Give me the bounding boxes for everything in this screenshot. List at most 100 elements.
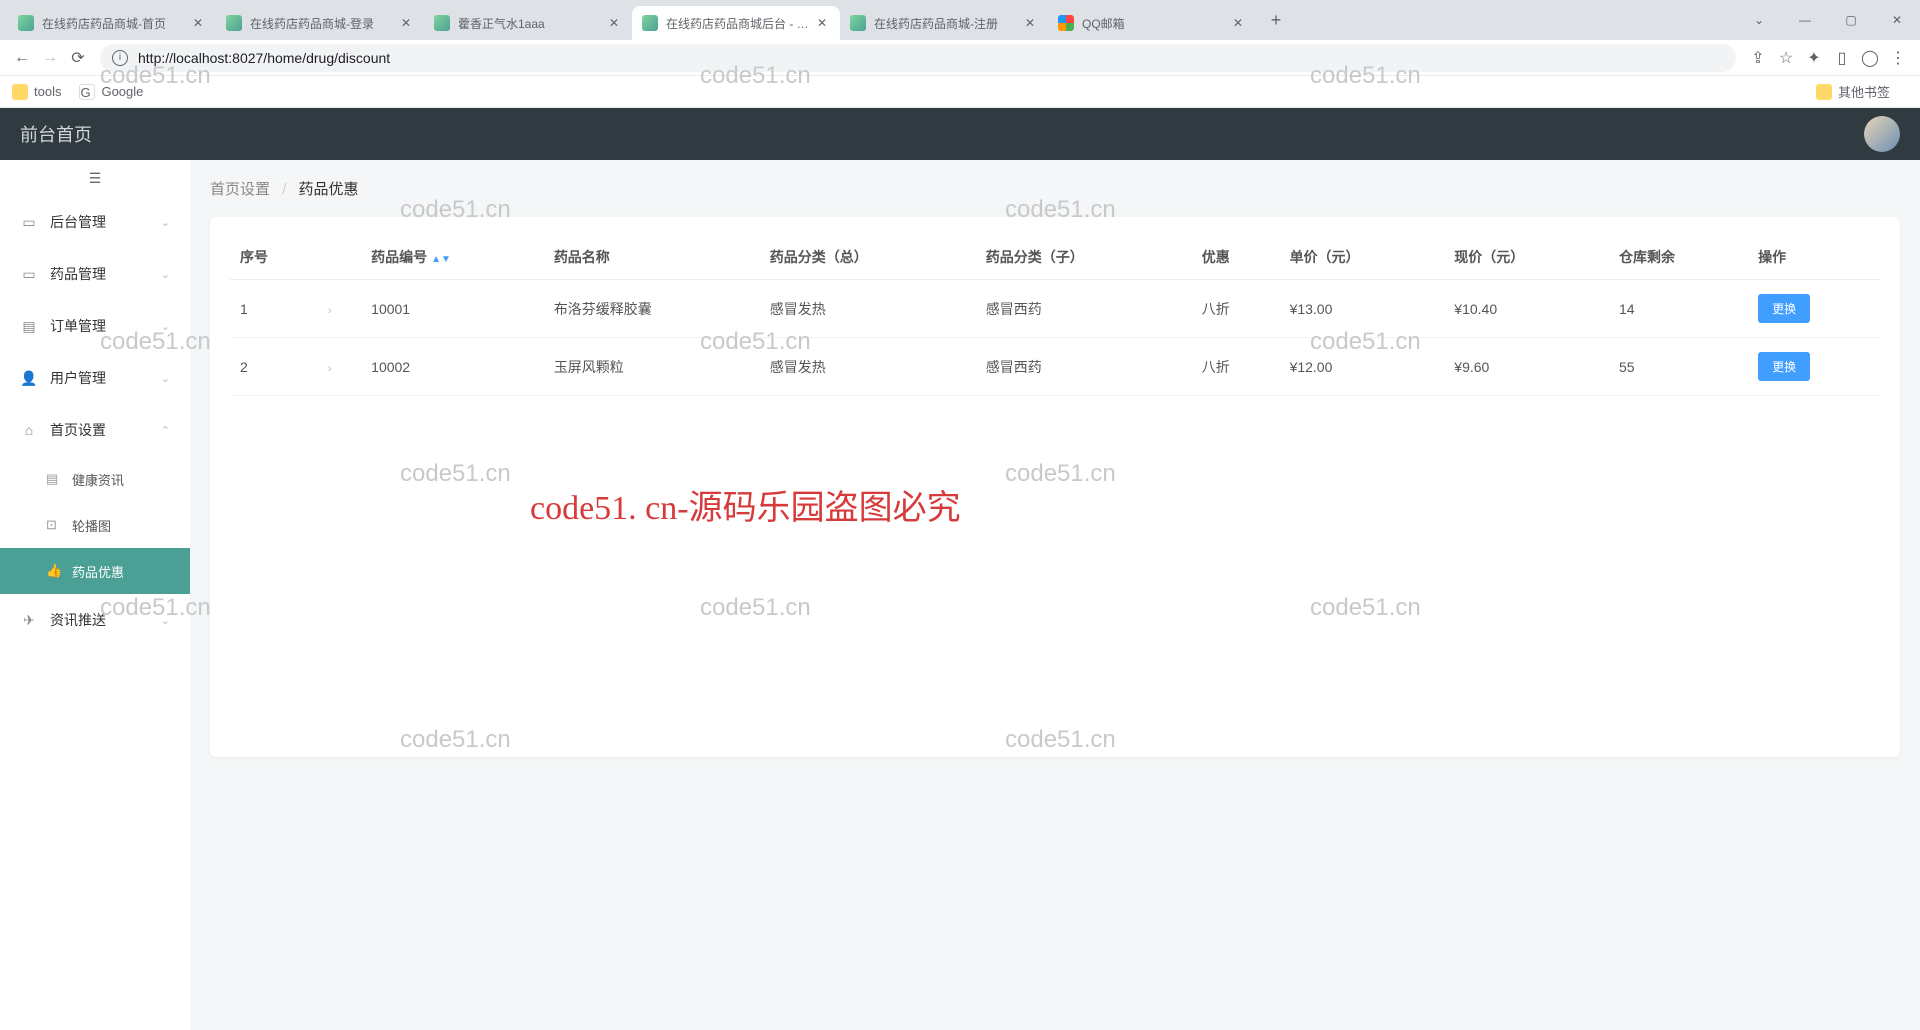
sidebar-sub-label: 药品优惠 — [72, 562, 124, 581]
breadcrumb: 首页设置 / 药品优惠 — [210, 178, 1900, 199]
sidebar-item-label: 药品管理 — [50, 264, 106, 284]
sidebar-item-label: 用户管理 — [50, 368, 106, 388]
dropdown-icon[interactable]: ⌄ — [1736, 0, 1782, 40]
maximize-button[interactable]: ▢ — [1828, 0, 1874, 40]
favicon-icon — [1058, 15, 1074, 31]
profile-icon[interactable]: ◯ — [1856, 44, 1884, 72]
send-icon: ✈ — [20, 612, 38, 629]
tab-title: 在线药店药品商城-注册 — [874, 15, 1022, 32]
thumb-icon: 👍 — [46, 563, 62, 579]
browser-tab[interactable]: 在线药店药品商城-登录✕ — [216, 6, 424, 40]
chevron-down-icon: ⌄ — [161, 216, 170, 229]
close-window-button[interactable]: ✕ — [1874, 0, 1920, 40]
sort-icon[interactable]: ▲▼ — [431, 257, 451, 262]
th-price: 单价（元） — [1280, 235, 1445, 280]
close-icon[interactable]: ✕ — [606, 15, 622, 31]
extensions-icon[interactable]: ✦ — [1800, 44, 1828, 72]
collapse-sidebar-button[interactable]: ☰ — [0, 160, 190, 196]
new-tab-button[interactable]: + — [1262, 6, 1290, 34]
change-button[interactable]: 更换 — [1758, 294, 1810, 323]
close-icon[interactable]: ✕ — [398, 15, 414, 31]
tab-title: 藿香正气水1aaa — [458, 15, 606, 32]
sidebar-item-users[interactable]: 👤用户管理⌄ — [0, 352, 190, 404]
tab-title: 在线药店药品商城-登录 — [250, 15, 398, 32]
folder-icon — [12, 84, 28, 100]
th-id[interactable]: 药品编号▲▼ — [361, 235, 544, 280]
chevron-down-icon: ⌄ — [161, 268, 170, 281]
cell-cat1: 感冒发热 — [760, 280, 976, 338]
star-icon[interactable]: ☆ — [1772, 44, 1800, 72]
chevron-down-icon: ⌄ — [161, 614, 170, 627]
cell-disc: 八折 — [1192, 280, 1280, 338]
browser-tab[interactable]: 在线药店药品商城-注册✕ — [840, 6, 1048, 40]
th-disc: 优惠 — [1192, 235, 1280, 280]
close-icon[interactable]: ✕ — [1230, 15, 1246, 31]
back-button[interactable]: ← — [8, 44, 36, 72]
close-icon[interactable]: ✕ — [814, 15, 830, 31]
close-icon[interactable]: ✕ — [190, 15, 206, 31]
th-cat2: 药品分类（子） — [976, 235, 1192, 280]
favicon-icon — [642, 15, 658, 31]
sidebar-sub-carousel[interactable]: ⊡ 轮播图 — [0, 502, 190, 548]
close-icon[interactable]: ✕ — [1022, 15, 1038, 31]
cell-cat1: 感冒发热 — [760, 338, 976, 396]
sidepanel-icon[interactable]: ▯ — [1828, 44, 1856, 72]
brand-link[interactable]: 前台首页 — [20, 121, 92, 147]
address-bar: ← → ⟳ ihttp://localhost:8027/home/drug/d… — [0, 40, 1920, 76]
cell-price: ¥12.00 — [1280, 338, 1445, 396]
site-info-icon[interactable]: i — [112, 50, 128, 66]
th-name: 药品名称 — [544, 235, 760, 280]
bookmarks-bar: tools GGoogle 其他书签 — [0, 76, 1920, 108]
sidebar-item-label: 首页设置 — [50, 420, 106, 440]
reload-button[interactable]: ⟳ — [64, 44, 92, 72]
menu-icon[interactable]: ⋮ — [1884, 44, 1912, 72]
sidebar-sub-discount[interactable]: 👍 药品优惠 — [0, 548, 190, 594]
breadcrumb-root[interactable]: 首页设置 — [210, 181, 270, 198]
sidebar-item-orders[interactable]: ▤ 订单管理 ⌄ — [0, 300, 190, 352]
cell-id: 10002 — [361, 338, 544, 396]
share-icon[interactable]: ⇪ — [1744, 44, 1772, 72]
box-icon: ▭ — [20, 266, 38, 283]
sidebar-item-homepage[interactable]: ⌂首页设置⌃ — [0, 404, 190, 456]
cell-seq: 2 — [230, 338, 318, 396]
browser-tab-active[interactable]: 在线药店药品商城后台 - 药品✕ — [632, 6, 840, 40]
cell-name: 布洛芬缓释胶囊 — [544, 280, 760, 338]
tab-title: 在线药店药品商城后台 - 药品 — [666, 15, 814, 32]
browser-tab[interactable]: QQ邮箱✕ — [1048, 6, 1256, 40]
forward-button[interactable]: → — [36, 44, 64, 72]
sidebar-sub-health[interactable]: ▤健康资讯 — [0, 456, 190, 502]
tab-title: 在线药店药品商城-首页 — [42, 15, 190, 32]
drug-table: 序号 药品编号▲▼ 药品名称 药品分类（总） 药品分类（子） 优惠 单价（元） … — [230, 235, 1880, 396]
bookmark-google[interactable]: GGoogle — [79, 84, 143, 100]
sidebar-item-push[interactable]: ✈资讯推送⌄ — [0, 594, 190, 646]
sidebar-item-drugs[interactable]: ▭ 药品管理 ⌄ — [0, 248, 190, 300]
sidebar-sub-label: 轮播图 — [72, 516, 111, 535]
url-input[interactable]: ihttp://localhost:8027/home/drug/discoun… — [100, 44, 1736, 72]
sidebar-item-label: 订单管理 — [50, 316, 106, 336]
favicon-icon — [18, 15, 34, 31]
favicon-icon — [226, 15, 242, 31]
cell-id: 10001 — [361, 280, 544, 338]
bookmark-other[interactable]: 其他书签 — [1816, 82, 1890, 101]
cell-price: ¥13.00 — [1280, 280, 1445, 338]
image-icon: ⊡ — [46, 517, 62, 533]
th-cat1: 药品分类（总） — [760, 235, 976, 280]
breadcrumb-current: 药品优惠 — [299, 181, 359, 198]
chevron-down-icon: ⌄ — [161, 320, 170, 333]
user-icon: 👤 — [20, 370, 38, 387]
table-row: 2›10002玉屏风颗粒感冒发热感冒西药八折¥12.00¥9.6055更换 — [230, 338, 1880, 396]
cell-expand[interactable]: › — [318, 338, 361, 396]
cell-seq: 1 — [230, 280, 318, 338]
change-button[interactable]: 更换 — [1758, 352, 1810, 381]
home-icon: ⌂ — [20, 422, 38, 438]
minimize-button[interactable]: — — [1782, 0, 1828, 40]
sidebar-item-admin[interactable]: ▭后台管理⌄ — [0, 196, 190, 248]
cell-expand[interactable]: › — [318, 280, 361, 338]
bookmark-tools[interactable]: tools — [12, 84, 61, 100]
cell-stock: 55 — [1609, 338, 1748, 396]
avatar[interactable] — [1864, 116, 1900, 152]
browser-tab[interactable]: 藿香正气水1aaa✕ — [424, 6, 632, 40]
tab-title: QQ邮箱 — [1082, 15, 1230, 32]
browser-tab[interactable]: 在线药店药品商城-首页✕ — [8, 6, 216, 40]
list-icon: ▤ — [20, 318, 38, 335]
